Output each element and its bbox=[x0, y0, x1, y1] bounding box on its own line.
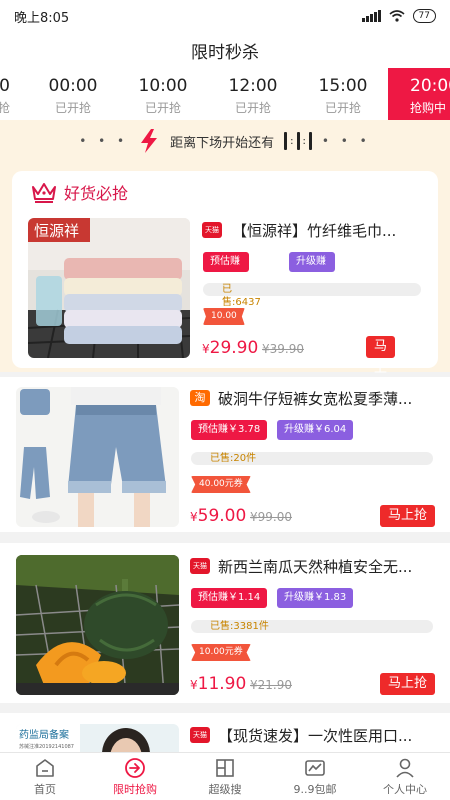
svg-text:恒源祥: 恒源祥 bbox=[34, 222, 79, 240]
product-image[interactable] bbox=[16, 387, 179, 527]
svg-text:苏械注准20192141087: 苏械注准20192141087 bbox=[19, 743, 74, 750]
product-title[interactable]: 【现货速发】一次性医用口... bbox=[218, 725, 436, 746]
price: ¥59.00 bbox=[190, 506, 247, 526]
taobao-badge-icon: 淘 bbox=[190, 390, 210, 406]
section-title: 好货必抢 bbox=[64, 184, 129, 203]
signal-icon bbox=[361, 10, 381, 22]
crown-icon bbox=[32, 183, 56, 203]
tab-super-search[interactable]: 超级搜 bbox=[180, 753, 270, 800]
tab-home[interactable]: 首页 bbox=[0, 753, 90, 800]
upgrade-earn-tag: 升级赚￥6.04 bbox=[277, 420, 354, 440]
coupon-tag: 40.00元券 bbox=[191, 476, 251, 493]
page-title: 限时秒杀 bbox=[191, 42, 259, 63]
wifi-icon bbox=[389, 10, 405, 22]
tab-time-0000[interactable]: 00:00 已开抢 bbox=[28, 68, 118, 120]
tab-profile[interactable]: 个人中心 bbox=[360, 753, 450, 800]
estimated-earn-tag: 预估赚￥3.78 bbox=[191, 420, 268, 440]
countdown-bar: • • • 距离下场开始还有 :: • • • bbox=[0, 120, 450, 162]
tab-flash-sale[interactable]: 限时抢购 bbox=[90, 753, 180, 800]
upgrade-earn-tag: 升级赚￥3.08 bbox=[289, 252, 336, 287]
buy-now-button[interactable]: 马上抢 bbox=[380, 505, 436, 527]
countdown-label: 距离下场开始还有 bbox=[170, 135, 275, 151]
tab-free-shipping[interactable]: 9..9包邮 bbox=[270, 753, 360, 800]
tab-time-partial[interactable]: 0 抢 bbox=[0, 68, 12, 120]
tmall-badge-icon: 天猫 bbox=[202, 222, 222, 238]
home-icon bbox=[36, 758, 54, 777]
product-image[interactable]: 恒源祥 bbox=[28, 218, 190, 358]
time-tabs: 0 抢 00:00 已开抢 10:00 已开抢 12:00 已开抢 15:00 … bbox=[0, 68, 450, 120]
buy-now-button[interactable]: 马上抢 bbox=[380, 673, 436, 695]
product-title[interactable]: 破洞牛仔短裤女宽松夏季薄... bbox=[218, 388, 436, 409]
decor-dots-left: • • • bbox=[79, 134, 129, 148]
price: ¥11.90 bbox=[190, 674, 247, 694]
product-title[interactable]: 【恒源祥】竹纤维毛巾... bbox=[232, 220, 422, 241]
nav-bar: 限时秒杀 bbox=[0, 32, 450, 68]
bottom-tab-bar: 首页 限时抢购 超级搜 9..9包邮 个人中心 bbox=[0, 752, 450, 800]
product-image[interactable] bbox=[16, 555, 179, 695]
estimated-earn-tag: 预估赚￥1.14 bbox=[191, 588, 268, 608]
product-image[interactable]: 药监局备案 苏械注准20192141087 bbox=[16, 724, 179, 752]
status-time: 晚上8:05 bbox=[14, 10, 70, 26]
decor-dots-right: • • • bbox=[321, 134, 371, 148]
tab-time-1000[interactable]: 10:00 已开抢 bbox=[118, 68, 208, 120]
tab-time-1200[interactable]: 12:00 已开抢 bbox=[208, 68, 298, 120]
original-price: ¥21.90 bbox=[250, 678, 292, 692]
chart-icon bbox=[305, 759, 325, 776]
flash-sale-icon bbox=[125, 757, 145, 778]
super-search-icon bbox=[216, 758, 234, 777]
svg-text:药监局备案: 药监局备案 bbox=[19, 728, 69, 741]
countdown-timer: :: bbox=[284, 132, 312, 150]
tmall-badge-icon: 天猫 bbox=[190, 558, 210, 574]
buy-now-button[interactable]: 马上抢 bbox=[366, 336, 396, 398]
tmall-badge-icon: 天猫 bbox=[190, 727, 210, 743]
product-title[interactable]: 新西兰南瓜天然种植安全无... bbox=[218, 556, 436, 577]
tab-time-1500[interactable]: 15:00 已开抢 bbox=[298, 68, 388, 120]
coupon-tag: 10.00元券 bbox=[203, 308, 245, 325]
price: ¥29.90 bbox=[202, 338, 259, 358]
coupon-tag: 10.00元券 bbox=[191, 644, 251, 661]
tab-time-2000[interactable]: 20:00 抢购中 bbox=[388, 68, 450, 120]
original-price: ¥99.00 bbox=[250, 510, 292, 524]
status-bar: 晚上8:05 77 bbox=[0, 0, 450, 32]
original-price: ¥39.90 bbox=[262, 342, 304, 356]
estimated-earn-tag: 预估赚￥1.92 bbox=[203, 252, 250, 287]
lightning-icon bbox=[141, 129, 158, 153]
sold-count: 已售:20件 bbox=[210, 453, 257, 464]
section-header: 好货必抢 bbox=[30, 180, 128, 204]
person-icon bbox=[396, 758, 414, 778]
upgrade-earn-tag: 升级赚￥1.83 bbox=[277, 588, 354, 608]
battery-icon: 77 bbox=[412, 9, 436, 23]
sold-count: 已售:3381件 bbox=[210, 621, 269, 632]
